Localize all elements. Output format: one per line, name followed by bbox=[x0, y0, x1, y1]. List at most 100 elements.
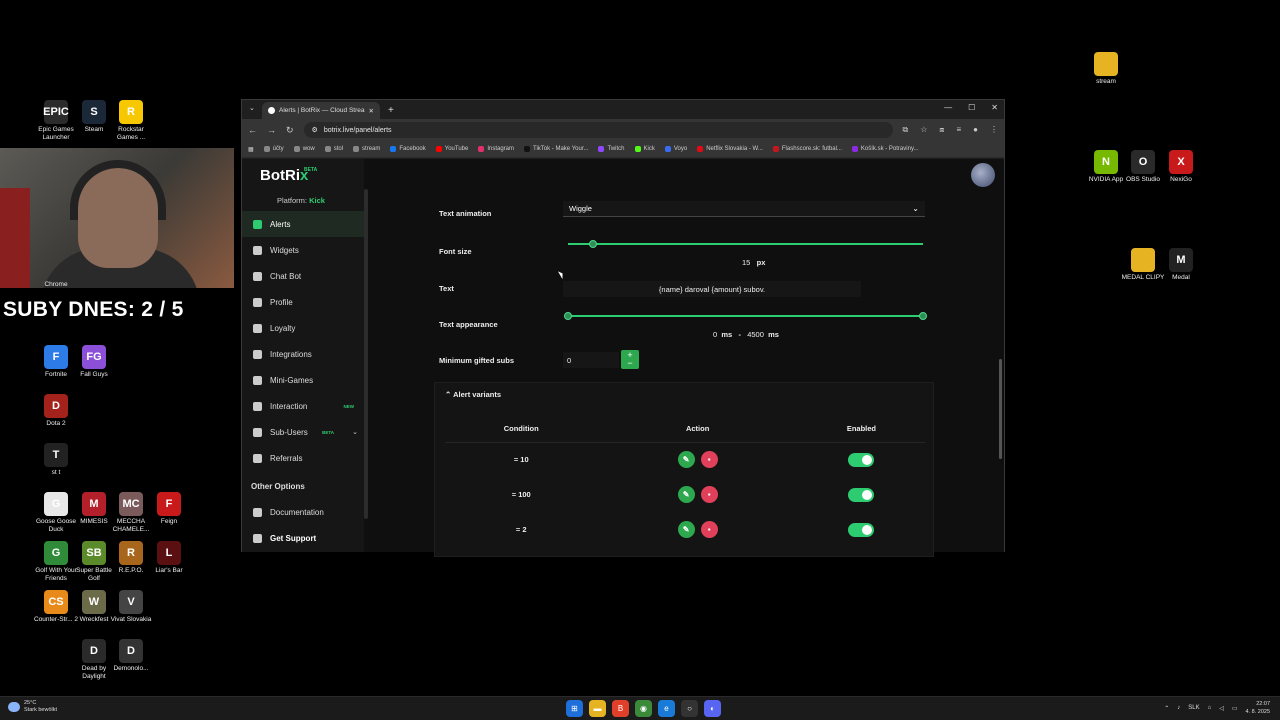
sidebar-item-documentation[interactable]: Documentation bbox=[242, 499, 364, 525]
text-animation-select[interactable]: Wiggle ⌄ bbox=[563, 201, 925, 217]
alert-text-input[interactable]: {name} daroval {amount} subov. bbox=[563, 281, 861, 297]
site-info-icon[interactable]: ⚙ bbox=[312, 126, 318, 134]
text-appearance-slider-track[interactable] bbox=[568, 315, 923, 317]
desktop-icon[interactable]: F Feign bbox=[145, 492, 193, 526]
min-gifted-stepper[interactable]: + − bbox=[621, 350, 639, 369]
chevron-down-icon[interactable]: ⌄ bbox=[352, 428, 358, 436]
sidebar-scrollbar[interactable] bbox=[364, 189, 368, 519]
sidebar-item-mini-games[interactable]: Mini-Games bbox=[242, 367, 364, 393]
maximize-icon[interactable]: ☐ bbox=[968, 103, 975, 112]
bookmark-item[interactable]: YouTube bbox=[435, 146, 468, 152]
enabled-toggle[interactable] bbox=[848, 487, 875, 502]
mic-icon[interactable]: ♪ bbox=[1177, 705, 1180, 711]
sidebar-item-integrations[interactable]: Integrations bbox=[242, 341, 364, 367]
bookmark-item[interactable]: Flashscore.sk: futbal... bbox=[772, 146, 842, 152]
desktop-icon[interactable]: X NexiGo bbox=[1157, 150, 1205, 184]
clock[interactable]: 22:07 4. 8. 2025 bbox=[1246, 700, 1270, 716]
sidebar-item-loyalty[interactable]: Loyalty bbox=[242, 315, 364, 341]
desktop-icon-chrome[interactable]: Chrome bbox=[32, 281, 80, 289]
bookmark-item[interactable]: stream bbox=[353, 146, 380, 152]
bookmark-item[interactable]: stol bbox=[324, 146, 343, 152]
sidebar-item-sub-users[interactable]: Sub-Users BETA ⌄ bbox=[242, 419, 364, 445]
chrome-icon[interactable]: ◉ bbox=[635, 700, 652, 717]
bookmark-item[interactable]: wow bbox=[293, 146, 315, 152]
tab-close-icon[interactable]: ✕ bbox=[369, 107, 374, 115]
sidebar-item-get-support[interactable]: Get Support bbox=[242, 525, 364, 551]
file-explorer-icon[interactable]: ▬ bbox=[589, 700, 606, 717]
tray-chevron-up-icon[interactable]: ⌃ bbox=[1164, 705, 1169, 712]
sidebar-item-widgets[interactable]: Widgets bbox=[242, 237, 364, 263]
url-field[interactable]: ⚙ botrix.live/panel/alerts bbox=[303, 122, 893, 138]
bookmark-item[interactable]: Twitch bbox=[598, 146, 625, 152]
sidebar-item-profile[interactable]: Profile bbox=[242, 289, 364, 315]
delete-icon[interactable]: ▪ bbox=[700, 451, 718, 469]
desktop-icon[interactable]: V Vivat Slovakia bbox=[107, 590, 155, 624]
sidebar-item-chat-bot[interactable]: Chat Bot bbox=[242, 263, 364, 289]
battery-icon[interactable]: ▭ bbox=[1232, 705, 1238, 712]
bookmark-item[interactable]: Košík.sk - Potraviny... bbox=[851, 146, 919, 152]
appearance-end-thumb[interactable] bbox=[919, 312, 927, 320]
bookmark-item[interactable]: TikTok - Make Your... bbox=[524, 146, 588, 152]
profile-icon[interactable]: ● bbox=[973, 125, 978, 135]
appearance-start-thumb[interactable] bbox=[564, 312, 572, 320]
brave-icon[interactable]: B bbox=[612, 700, 629, 717]
translate-icon[interactable]: ⧉ bbox=[903, 125, 909, 135]
bookmark-item[interactable]: Instagram bbox=[478, 146, 514, 152]
edit-icon[interactable]: ✎ bbox=[677, 486, 695, 503]
volume-icon[interactable]: ◁ bbox=[1219, 705, 1224, 712]
network-icon[interactable]: ⌂ bbox=[1208, 705, 1212, 711]
start-icon[interactable]: ⊞ bbox=[566, 700, 583, 717]
bookmark-item[interactable]: Netflix Slovakia - W... bbox=[697, 146, 763, 152]
back-icon[interactable]: ← bbox=[248, 125, 257, 135]
edge-icon[interactable]: e bbox=[658, 700, 675, 717]
enabled-toggle[interactable] bbox=[848, 452, 875, 467]
desktop-icon[interactable]: stream bbox=[1082, 52, 1130, 86]
desktop-icon[interactable]: Tst t bbox=[32, 443, 80, 477]
tab-search-icon[interactable]: ⌄ bbox=[249, 104, 255, 112]
obs-icon[interactable]: ○ bbox=[681, 700, 698, 717]
edit-icon[interactable]: ✎ bbox=[677, 451, 695, 469]
sidebar-icon[interactable]: ≡ bbox=[956, 125, 961, 135]
reload-icon[interactable]: ↻ bbox=[286, 125, 294, 136]
discord-icon[interactable]: ◐ bbox=[704, 700, 721, 717]
language-indicator[interactable]: SLK bbox=[1188, 705, 1199, 711]
minus-icon[interactable]: − bbox=[621, 359, 639, 368]
sidebar-item-interaction[interactable]: Interaction NEW bbox=[242, 393, 364, 419]
apps-grid-icon[interactable]: ▦ bbox=[248, 146, 254, 153]
min-gifted-input[interactable]: 0 bbox=[563, 352, 619, 368]
desktop-icon[interactable]: R Rockstar Games ... bbox=[107, 100, 155, 142]
delete-icon[interactable]: ▪ bbox=[700, 521, 718, 538]
user-avatar[interactable] bbox=[971, 163, 995, 187]
delete-icon[interactable]: ▪ bbox=[700, 486, 718, 503]
bookmark-item[interactable]: účty bbox=[263, 146, 284, 152]
bookmark-item[interactable]: Kick bbox=[634, 146, 655, 152]
desktop-icon-label: Demonolo... bbox=[113, 665, 149, 672]
font-size-slider-track[interactable] bbox=[568, 243, 923, 245]
edit-icon[interactable]: ✎ bbox=[677, 521, 695, 538]
bookmark-label: Netflix Slovakia - W... bbox=[706, 146, 763, 152]
extensions-icon[interactable]: ⧈ bbox=[939, 125, 944, 135]
sidebar-item-referrals[interactable]: Referrals bbox=[242, 445, 364, 471]
new-tab-icon[interactable]: + bbox=[388, 105, 394, 116]
bookmark-item[interactable]: Facebook bbox=[390, 146, 426, 152]
desktop-icon[interactable]: D Demonolo... bbox=[107, 639, 155, 673]
close-window-icon[interactable]: ✕ bbox=[991, 103, 998, 112]
minimize-icon[interactable]: — bbox=[944, 103, 952, 112]
desktop-icon[interactable]: M Medal bbox=[1157, 248, 1205, 282]
enabled-toggle[interactable] bbox=[848, 522, 875, 537]
bookmark-item[interactable]: Voyo bbox=[664, 146, 687, 152]
desktop-icon[interactable]: D Dota 2 bbox=[32, 394, 80, 428]
desktop-icon[interactable]: L Liar's Bar bbox=[145, 541, 193, 575]
desktop-icon[interactable]: FG Fall Guys bbox=[70, 345, 118, 379]
font-size-slider-thumb[interactable] bbox=[588, 240, 597, 248]
page-scrollbar[interactable] bbox=[999, 359, 1002, 459]
menu-icon[interactable]: ⋮ bbox=[990, 125, 998, 135]
sidebar-item-alerts[interactable]: Alerts bbox=[242, 211, 364, 237]
forward-icon[interactable]: → bbox=[267, 125, 276, 135]
bookmark-star-icon[interactable]: ☆ bbox=[920, 125, 927, 135]
alert-variants-header[interactable]: ⌃ Alert variants bbox=[445, 390, 501, 399]
botrix-logo[interactable]: BotRix BETA bbox=[260, 167, 317, 184]
taskbar-apps: ⊞ ▬ B ◉ e ○ ◐ bbox=[566, 700, 721, 717]
browser-tab-alerts[interactable]: Alerts | BotRix — Cloud Stream... ✕ bbox=[262, 102, 380, 119]
weather-widget[interactable]: 25°C Stark bewölkt bbox=[8, 700, 57, 714]
